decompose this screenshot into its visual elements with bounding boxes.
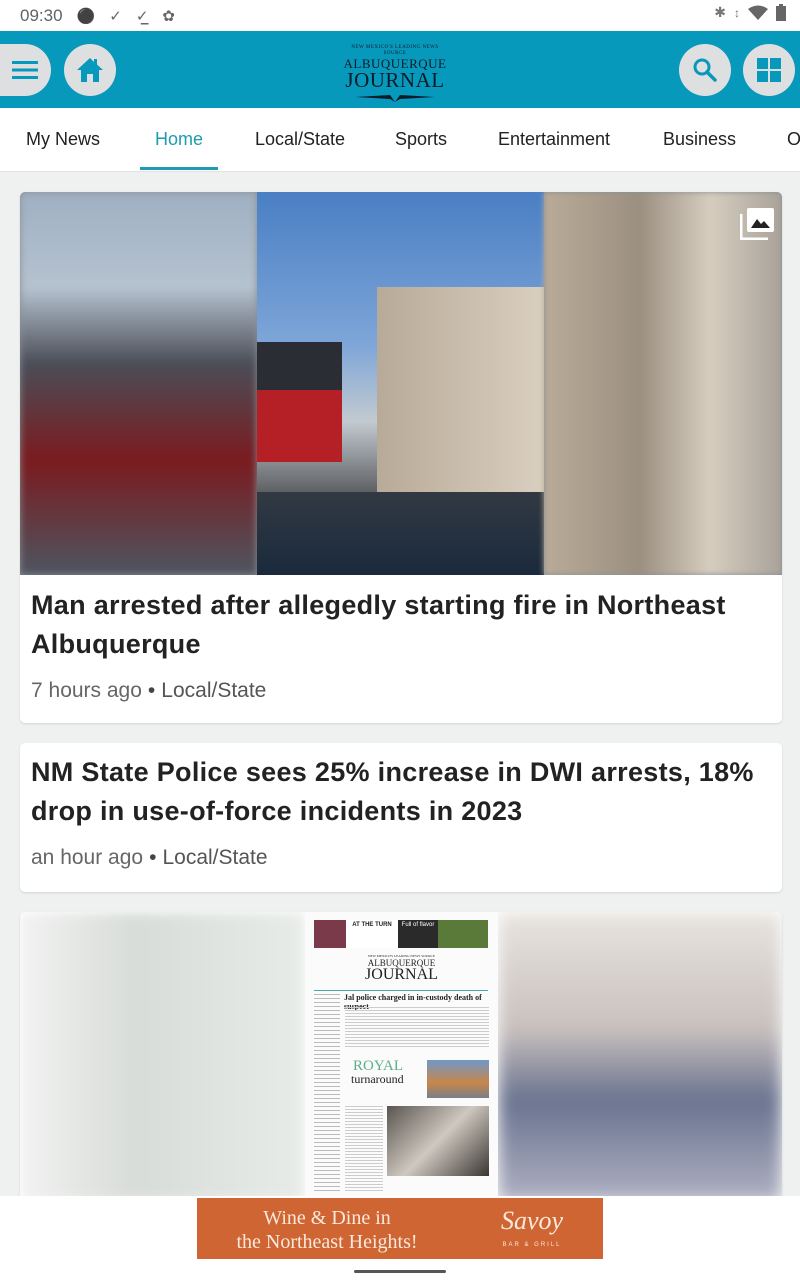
photo-blur-right (544, 192, 782, 575)
fan-icon: ✿ (162, 7, 175, 25)
albuquerque-journal-logo[interactable]: NEW MEXICO'S LEADING NEWS SOURCE ALBUQUE… (340, 45, 450, 102)
article-headline[interactable]: NM State Police sees 25% increase in DWI… (20, 753, 782, 831)
section-tabs: My News Home Local/State Sports Entertai… (0, 108, 800, 172)
paper-top-left: AT THE TURN (346, 920, 398, 948)
menu-button[interactable] (0, 44, 51, 96)
meta-separator: • (147, 679, 156, 702)
paper-masthead-line2: JOURNAL (365, 966, 438, 983)
ad-brand-sub: BAR & GRILL (502, 1242, 562, 1248)
download-done-icon: ✓̲ (135, 7, 149, 25)
ad-text-line1: Wine & Dine in (263, 1207, 391, 1229)
preview-blur-right (498, 912, 782, 1202)
search-icon (693, 58, 717, 82)
ad-banner[interactable]: Wine & Dine in the Northeast Heights! Sa… (197, 1198, 603, 1259)
ad-text-line2: the Northeast Heights! (236, 1231, 418, 1253)
tab-local-state[interactable]: Local/State (255, 108, 345, 171)
article-time: 7 hours ago (31, 679, 142, 702)
fire-scene-photo (257, 192, 544, 575)
tab-overflow[interactable]: O (787, 108, 800, 171)
menu-icon (11, 61, 38, 79)
home-indicator[interactable] (354, 1270, 446, 1273)
status-bar: 09:30 ⚫ ✓ ✓̲ ✿ ✱ ↕ (0, 0, 800, 31)
tab-my-news[interactable]: My News (26, 108, 100, 171)
meta-separator: • (149, 846, 157, 869)
eedition-card[interactable]: AT THE TURN Full of flavor NEW MEXICO'S … (20, 912, 782, 1202)
logo-line2: JOURNAL (345, 68, 445, 92)
article-photo[interactable] (20, 192, 782, 575)
ad-text: Wine & Dine in the Northeast Heights! (217, 1206, 437, 1254)
wifi-icon (748, 5, 768, 20)
sections-grid-button[interactable] (743, 44, 795, 96)
status-time: 09:30 (20, 5, 63, 25)
gallery-icon (740, 208, 774, 240)
paper-top-mid: Full of flavor (398, 920, 438, 948)
logo-wings-icon (355, 95, 435, 102)
search-button[interactable] (679, 44, 731, 96)
ad-area: Wine & Dine in the Northeast Heights! Sa… (0, 1196, 800, 1280)
home-button[interactable] (64, 44, 116, 96)
article-category[interactable]: Local/State (161, 679, 266, 702)
check-icon: ✓ (109, 7, 122, 25)
app-bar: NEW MEXICO'S LEADING NEWS SOURCE ALBUQUE… (0, 31, 800, 108)
tab-home[interactable]: Home (139, 108, 219, 171)
tab-entertainment[interactable]: Entertainment (498, 108, 610, 171)
preview-blur-left (20, 912, 305, 1202)
battery-icon (776, 4, 786, 21)
article-headline[interactable]: Man arrested after allegedly starting fi… (20, 586, 782, 664)
article-card[interactable]: NM State Police sees 25% increase in DWI… (20, 743, 782, 892)
data-arrows-icon: ↕ (734, 5, 740, 20)
photo-blur-left (20, 192, 257, 575)
article-meta: an hour ago • Local/State (20, 846, 782, 870)
article-card[interactable]: Man arrested after allegedly starting fi… (20, 192, 782, 723)
tab-business[interactable]: Business (663, 108, 736, 171)
article-meta: 7 hours ago • Local/State (20, 679, 782, 703)
article-time: an hour ago (31, 846, 144, 869)
tab-sports[interactable]: Sports (395, 108, 447, 171)
ad-brand: Savoy (500, 1206, 564, 1235)
grid-icon (757, 58, 781, 82)
eedition-preview[interactable]: AT THE TURN Full of flavor NEW MEXICO'S … (20, 912, 782, 1202)
home-icon (77, 58, 103, 82)
keyhole-icon: ⚫ (76, 7, 96, 25)
article-category[interactable]: Local/State (162, 846, 267, 869)
newspaper-front-page: AT THE TURN Full of flavor NEW MEXICO'S … (305, 912, 498, 1202)
paper-feature-subtitle: turnaround (351, 1072, 404, 1086)
bluetooth-icon: ✱ (714, 4, 726, 20)
